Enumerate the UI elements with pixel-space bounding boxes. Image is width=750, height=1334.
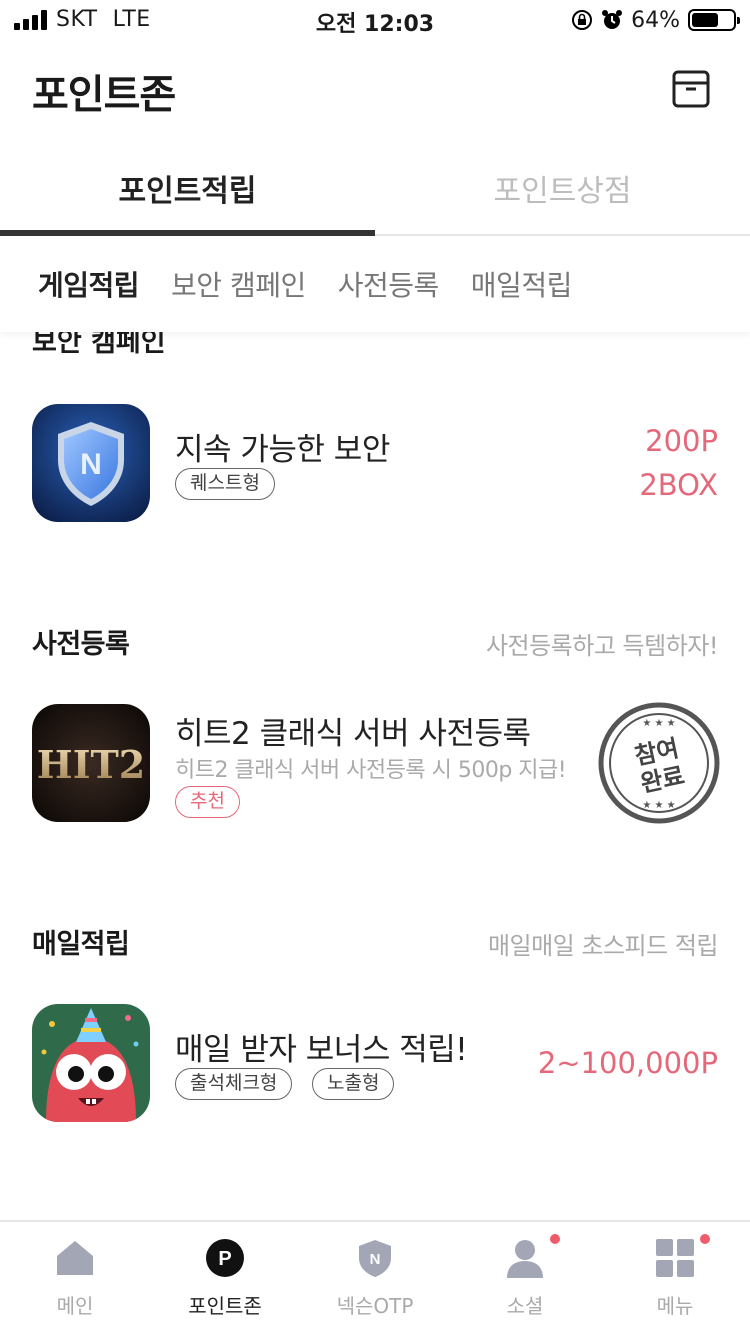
storage-box-icon <box>672 70 710 108</box>
hit2-logo-text: HIT2 <box>37 742 145 787</box>
menu-notification-dot <box>700 1234 710 1244</box>
nav-nexon-otp[interactable]: N 넥슨OTP <box>300 1222 450 1334</box>
nav-label-nexon-otp: 넥슨OTP <box>336 1294 414 1318</box>
svg-text:★ ★ ★: ★ ★ ★ <box>642 800 675 811</box>
nav-label-menu: 메뉴 <box>656 1294 694 1318</box>
social-notification-dot <box>550 1234 560 1244</box>
tab-point-shop[interactable]: 포인트상점 <box>375 140 750 234</box>
subtab-daily-earn[interactable]: 매일적립 <box>471 264 573 304</box>
svg-text:P: P <box>218 1248 231 1270</box>
daily-item-title[interactable]: 매일 받자 보너스 적립! <box>175 1024 468 1069</box>
nav-label-social: 소셜 <box>506 1294 544 1318</box>
tag-attendance: 출석체크형 <box>175 1068 293 1100</box>
preregister-item-title[interactable]: 히트2 클래식 서버 사전등록 <box>175 708 531 753</box>
battery-percent: 64% <box>631 7 680 33</box>
nav-menu[interactable]: 메뉴 <box>600 1222 750 1334</box>
nav-social[interactable]: 소셜 <box>450 1222 600 1334</box>
main-tabs: 포인트적립 포인트상점 <box>0 140 750 236</box>
section-subtitle-preregister: 사전등록하고 득템하자! <box>485 632 719 660</box>
grid-menu-icon <box>656 1239 694 1277</box>
svg-text:N: N <box>370 1251 381 1268</box>
reward-box: 2BOX <box>639 468 718 502</box>
person-icon <box>507 1240 543 1278</box>
section-title-preregister: 사전등록 <box>32 629 130 660</box>
hit2-app-icon[interactable]: HIT2 <box>32 704 150 822</box>
subtab-game-earn[interactable]: 게임적립 <box>38 264 140 304</box>
point-icon: P <box>206 1239 244 1277</box>
daily-bonus-app-icon[interactable] <box>32 1004 150 1122</box>
participation-complete-stamp: ★ ★ ★ ★ ★ ★ 참여 완료 <box>598 702 720 824</box>
tag-exposure: 노출형 <box>312 1068 395 1100</box>
storage-box-button[interactable] <box>672 70 710 108</box>
svg-text:N: N <box>80 448 102 481</box>
preregister-item-desc: 히트2 클래식 서버 사전등록 시 500p 지급! <box>175 758 567 783</box>
section-subtitle-daily: 매일매일 초스피드 적립 <box>487 932 719 960</box>
section-title-daily: 매일적립 <box>32 929 130 960</box>
tag-quest: 퀘스트형 <box>175 468 275 500</box>
tag-recommended: 추천 <box>175 786 240 818</box>
daily-reward: 2~100,000P <box>537 1046 718 1080</box>
rotation-lock-icon <box>571 9 593 31</box>
status-bar: SKT LTE 오전 12:03 64% <box>0 0 750 40</box>
subtab-preregister[interactable]: 사전등록 <box>338 264 440 304</box>
battery-icon <box>688 9 740 31</box>
nav-label-point-zone: 포인트존 <box>188 1294 262 1318</box>
nav-main[interactable]: 메인 <box>0 1222 150 1334</box>
page-title: 포인트존 <box>32 72 176 118</box>
security-item-title[interactable]: 지속 가능한 보안 <box>175 424 390 469</box>
reward-points: 200P <box>645 424 718 458</box>
home-icon <box>57 1241 93 1275</box>
svg-text:★ ★ ★: ★ ★ ★ <box>642 718 675 729</box>
battery-level <box>692 13 718 27</box>
bottom-nav: 메인 P 포인트존 N 넥슨OTP 소셜 메뉴 <box>0 1220 750 1334</box>
security-campaign-app-icon[interactable]: N <box>32 404 150 522</box>
nav-label-main: 메인 <box>56 1294 94 1318</box>
otp-shield-icon: N <box>359 1240 391 1277</box>
nav-point-zone[interactable]: P 포인트존 <box>150 1222 300 1334</box>
sub-tabs: 게임적립 보안 캠페인 사전등록 매일적립 <box>0 236 750 332</box>
subtab-security-campaign[interactable]: 보안 캠페인 <box>171 264 306 304</box>
alarm-icon <box>601 9 623 31</box>
tab-point-earn[interactable]: 포인트적립 <box>0 140 375 236</box>
